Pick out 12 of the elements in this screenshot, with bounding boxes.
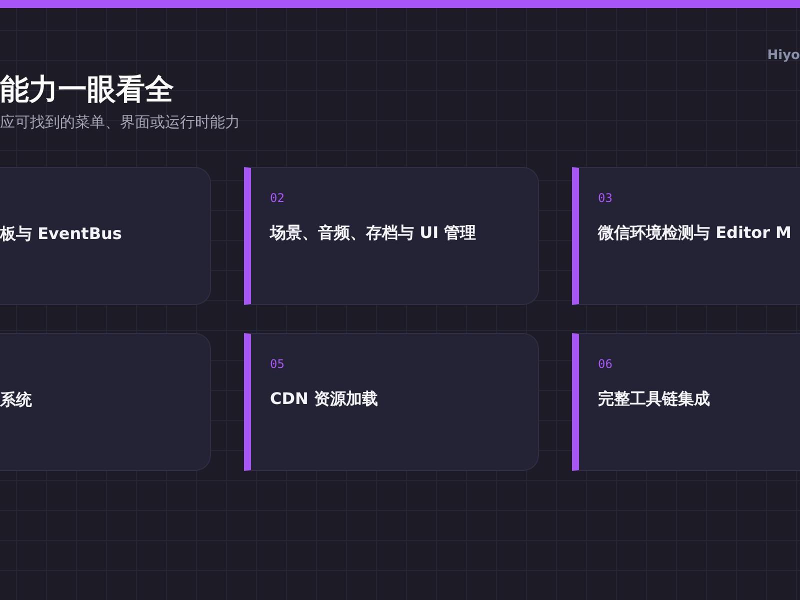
page-title: 能力一眼看全 bbox=[0, 71, 175, 108]
card-number: 02 bbox=[270, 190, 284, 206]
card-title: CDN 资源加载 bbox=[270, 388, 378, 410]
card-title: 系统 bbox=[0, 389, 32, 411]
card-number: 05 bbox=[270, 356, 284, 372]
brand-name: Hiyo bbox=[767, 48, 800, 63]
card-title: 场景、音频、存档与 UI 管理 bbox=[270, 222, 476, 244]
page-subtitle: 应可找到的菜单、界面或运行时能力 bbox=[0, 112, 240, 132]
card-number: 06 bbox=[598, 356, 612, 372]
card-title: 完整工具链集成 bbox=[598, 388, 710, 410]
card-title: 微信环境检测与 Editor M bbox=[598, 222, 792, 244]
card-number: 03 bbox=[598, 190, 612, 206]
